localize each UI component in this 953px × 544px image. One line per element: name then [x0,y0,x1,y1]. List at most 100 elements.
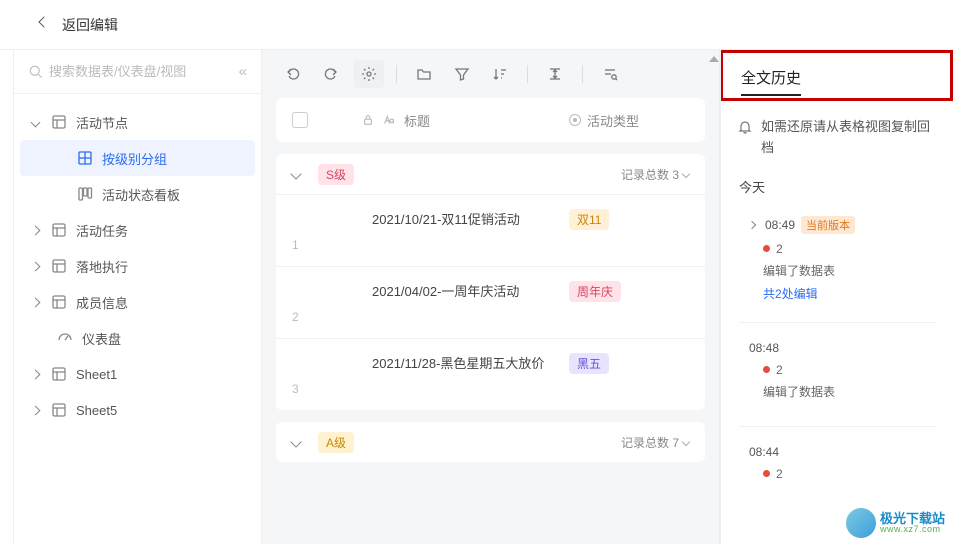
toolbar [262,50,719,98]
sort-button[interactable] [485,60,515,88]
sidebar-item-execution[interactable]: 落地执行 [20,248,255,284]
group-header[interactable]: S级 记录总数 3 [276,154,705,194]
table-row[interactable]: 2 2021/04/02-一周年庆活动 周年庆 [276,266,705,338]
row-number: 3 [292,382,332,396]
bell-icon [737,119,753,135]
row-number: 1 [292,238,332,252]
table-row[interactable]: 3 2021/11/28-黑色星期五大放价 黑五 [276,338,705,410]
table-icon [50,258,68,274]
select-all-checkbox[interactable] [292,112,308,128]
sidebar-item-label: Sheet1 [76,367,117,382]
history-header[interactable]: 全文历史 [741,67,801,88]
chevron-down-icon [28,119,42,126]
divider [739,322,935,323]
group-count[interactable]: 记录总数 7 [621,434,689,451]
folder-button[interactable] [409,60,439,88]
column-title[interactable]: 标题 [362,111,555,130]
row-title: 2021/10/21-双11促销活动 [332,209,569,228]
table-icon [50,402,68,418]
search-input[interactable] [49,64,235,79]
history-item[interactable]: 08:48 2 编辑了数据表 [739,333,935,422]
undo-button[interactable] [278,60,308,88]
group-tag: S级 [318,164,354,185]
scroll-up-icon[interactable] [709,56,719,62]
sidebar-item-label: 按级别分组 [102,149,167,168]
search-table-button[interactable] [595,60,625,88]
group-header[interactable]: A级 记录总数 7 [276,422,705,462]
collapse-sidebar-button[interactable]: « [235,63,251,80]
sidebar-item-status-board[interactable]: 活动状态看板 [20,176,255,212]
sidebar-item-label: 落地执行 [76,257,128,276]
group-tag: A级 [318,432,354,453]
column-title-label: 标题 [404,111,430,130]
chevron-right-icon [28,263,42,270]
row-type: 黑五 [569,353,689,374]
chevron-down-icon [682,438,690,446]
history-notice-text: 如需还原请从表格视图复制回档 [761,117,937,159]
red-dot-icon [763,366,770,373]
table-row[interactable]: 1 2021/10/21-双11促销活动 双11 [276,194,705,266]
history-change-count: 2 [763,363,935,377]
sidebar-item-members[interactable]: 成员信息 [20,284,255,320]
kanban-icon [76,186,94,202]
left-rail [0,50,14,544]
chevron-right-icon [28,407,42,414]
history-time: 08:48 [749,341,779,355]
chevron-right-icon [28,299,42,306]
sidebar-item-activity-tasks[interactable]: 活动任务 [20,212,255,248]
chevron-right-icon [28,371,42,378]
settings-button[interactable] [354,60,384,88]
history-link[interactable]: 共2处编辑 [763,285,935,302]
history-change-count: 2 [763,242,935,256]
red-dot-icon [763,470,770,477]
sidebar-item-dashboard[interactable]: 仪表盘 [20,320,255,356]
history-panel: 全文历史 如需还原请从表格视图复制回档 今天 08:49 当前版本 2 [721,50,953,544]
table-icon [50,366,68,382]
column-type[interactable]: 活动类型 [569,111,689,130]
sidebar-item-sheet1[interactable]: Sheet1 [20,356,255,392]
group-count[interactable]: 记录总数 3 [621,166,689,183]
row-type: 周年庆 [569,281,689,302]
row-title: 2021/11/28-黑色星期五大放价 [332,353,569,372]
row-type: 双11 [569,209,689,230]
sidebar-item-label: 成员信息 [76,293,128,312]
watermark-url: www.xz7.com [880,525,945,534]
select-type-icon [569,114,581,126]
filter-button[interactable] [447,60,477,88]
chevron-down-icon [292,438,308,446]
sidebar-item-label: 仪表盘 [82,329,121,348]
sidebar-item-label: Sheet5 [76,403,117,418]
group-a: A级 记录总数 7 [276,422,705,462]
group-s: S级 记录总数 3 1 2021/10/21-双11促销活动 双11 2 202… [276,154,705,410]
column-type-label: 活动类型 [587,111,639,130]
table-icon [50,114,68,130]
text-icon [382,113,396,127]
row-height-button[interactable] [540,60,570,88]
history-item[interactable]: 08:44 2 [739,437,935,503]
history-header-highlight: 全文历史 [721,50,953,101]
grid-icon [76,150,94,166]
back-to-edit-link[interactable]: 返回编辑 [40,15,118,35]
sidebar-item-group-by-level[interactable]: 按级别分组 [20,140,255,176]
back-label: 返回编辑 [62,15,118,35]
table-icon [50,294,68,310]
sidebar-item-activity-nodes[interactable]: 活动节点 [20,104,255,140]
chevron-right-icon [749,222,759,228]
history-change-count: 2 [763,467,935,481]
sidebar-item-sheet5[interactable]: Sheet5 [20,392,255,428]
table-header: 标题 活动类型 [276,98,705,142]
redo-button[interactable] [316,60,346,88]
chevron-down-icon [682,170,690,178]
sidebar-item-label: 活动任务 [76,221,128,240]
sidebar-item-label: 活动状态看板 [102,185,180,204]
history-day-label: 今天 [739,177,935,196]
history-item[interactable]: 08:49 当前版本 2 编辑了数据表 共2处编辑 [739,208,935,318]
chevron-left-icon [40,18,54,32]
sidebar-item-label: 活动节点 [76,113,128,132]
row-number: 2 [292,310,332,324]
divider [739,426,935,427]
history-desc: 编辑了数据表 [763,262,935,279]
lock-icon [362,114,374,126]
history-notice: 如需还原请从表格视图复制回档 [721,107,953,173]
row-title: 2021/04/02-一周年庆活动 [332,281,569,300]
